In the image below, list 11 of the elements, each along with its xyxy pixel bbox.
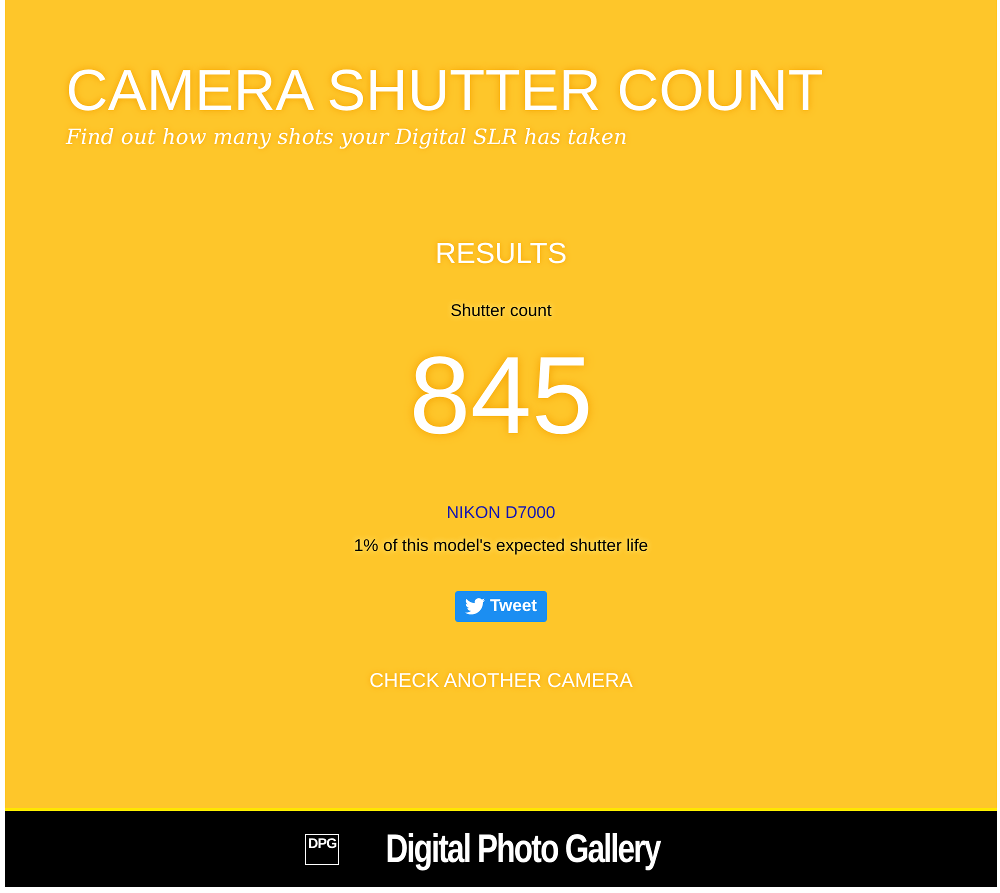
page-title: CAMERA SHUTTER COUNT <box>66 58 824 124</box>
bird-icon <box>465 598 486 614</box>
shutter-count: 845 <box>409 336 593 456</box>
shutter-life-note: 1% of this model's expected shutter life <box>354 535 648 557</box>
count-label: Shutter count <box>450 300 552 322</box>
tweet-button[interactable]: Tweet <box>455 590 547 622</box>
camera-model-link[interactable]: NIKON D7000 <box>446 500 556 525</box>
results-heading: RESULTS <box>435 237 567 272</box>
brand-name: Digital Photo Gallery <box>386 826 660 873</box>
logo-mark: DPG <box>305 834 340 864</box>
page-subtitle: Find out how many shots your Digital SLR has taken <box>66 124 628 150</box>
